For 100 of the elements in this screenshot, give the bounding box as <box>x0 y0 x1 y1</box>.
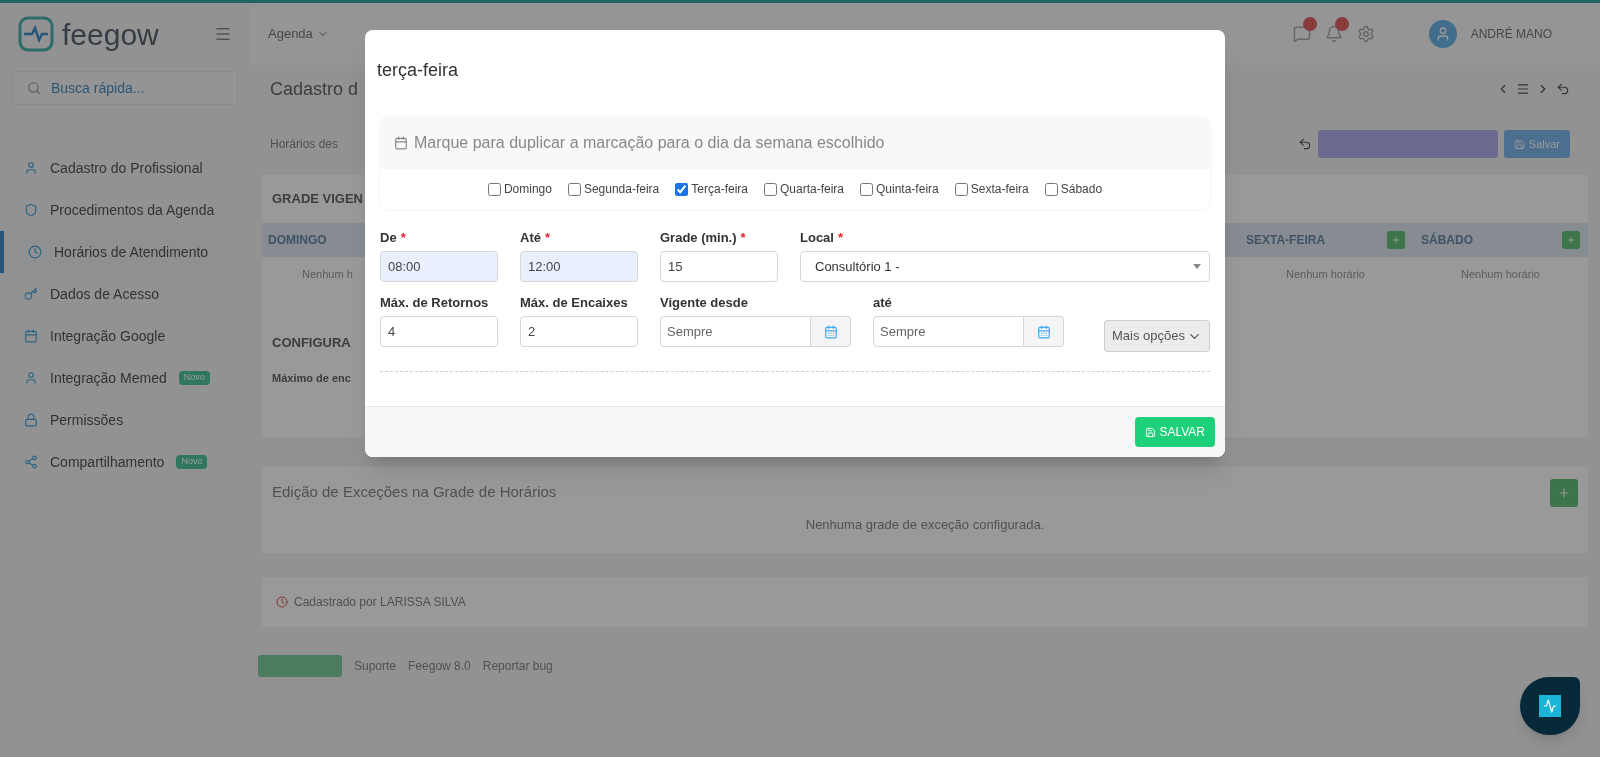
field-label: Local <box>800 229 834 247</box>
footer-link[interactable]: Feegow 8.0 <box>408 656 471 675</box>
field-label: De <box>380 229 397 247</box>
new-badge: Novo <box>178 371 210 385</box>
menu-icon[interactable] <box>214 25 232 43</box>
checkbox-label[interactable]: Segunda-feira <box>583 180 660 198</box>
new-badge: Novo <box>176 455 208 469</box>
text-field[interactable]: 2 <box>520 316 638 347</box>
page-title: Cadastro d <box>270 77 359 101</box>
undo-icon[interactable] <box>1556 82 1570 96</box>
config-title: CONFIGURA <box>272 333 351 352</box>
user-icon <box>24 371 38 385</box>
empty-schedule-text: Nenhum horário <box>1285 267 1366 283</box>
footer-link[interactable]: Reportar bug <box>482 656 553 675</box>
text-field[interactable]: 08:00 <box>380 251 498 282</box>
section-subtitle: Horários des <box>270 136 339 153</box>
required-mark: * <box>837 229 844 247</box>
chat-icon[interactable] <box>1292 25 1311 43</box>
calendar-button[interactable] <box>811 316 851 347</box>
field-label: Até <box>520 229 541 247</box>
text-field[interactable]: 12:00 <box>520 251 638 282</box>
empty-schedule-text: Nenhum horário <box>1460 267 1541 283</box>
empty-exceptions-text: Nenhuma grade de exceção configurada. <box>805 515 1045 534</box>
checkbox-label[interactable]: Quinta-feira <box>876 180 939 198</box>
key-icon <box>24 287 38 301</box>
dialog-title: terça-feira <box>376 59 460 82</box>
share-icon <box>24 455 38 469</box>
sidebar-item[interactable]: Permissões <box>0 399 250 441</box>
logo-icon <box>18 16 54 52</box>
save-icon <box>1513 138 1525 150</box>
calendar-icon <box>394 136 408 150</box>
calendar-icon <box>1036 324 1051 339</box>
field-label: Máx. de Encaixes <box>520 294 628 312</box>
undo-icon[interactable] <box>1297 137 1312 151</box>
duplicate-instruction: Marque para duplicar a marcação para o dia da semana escolhido <box>414 133 885 153</box>
day-checkbox[interactable] <box>1044 182 1058 196</box>
grade-title: GRADE VIGEN <box>272 190 363 208</box>
caret-icon <box>1193 264 1201 269</box>
user-icon <box>24 161 38 175</box>
created-by-text: Cadastrado por LARISSA SILVA <box>294 593 466 611</box>
field-label: Máx. de Retornos <box>380 294 489 312</box>
checkbox-label[interactable]: Sábado <box>1060 180 1103 198</box>
search-icon <box>27 81 41 95</box>
day-checkbox[interactable] <box>567 182 581 196</box>
day-header: DOMINGO <box>267 231 327 249</box>
day-header: SÁBADO <box>1421 231 1473 249</box>
calendar-icon <box>24 329 38 343</box>
day-header: SEXTA-FEIRA <box>1246 231 1326 249</box>
local-select[interactable]: Consultório 1 - <box>800 251 1210 282</box>
day-checkbox[interactable] <box>764 182 777 196</box>
bell-icon[interactable] <box>1324 25 1343 43</box>
day-checkbox[interactable] <box>675 182 689 196</box>
sidebar-item[interactable]: Dados de Acesso <box>0 273 250 315</box>
footer-link[interactable]: Suporte <box>354 656 397 675</box>
clock-icon <box>28 245 42 259</box>
checkbox-label[interactable]: Quarta-feira <box>780 180 844 198</box>
logo-text: feegow <box>62 16 159 53</box>
plus-icon <box>1391 234 1401 245</box>
calendar-icon <box>823 324 838 339</box>
text-field[interactable]: 4 <box>380 316 498 347</box>
field-label: Vigente desde <box>660 294 748 312</box>
sidebar-item[interactable]: Compartilhamento Novo <box>0 441 250 483</box>
day-checkbox[interactable] <box>860 182 873 196</box>
add-button[interactable] <box>1562 230 1580 249</box>
config-label: Máximo de enc <box>272 371 351 386</box>
add-button[interactable] <box>1550 478 1578 507</box>
nav-menu[interactable]: Agenda <box>268 24 329 44</box>
checkbox-label[interactable]: Terça-feira <box>691 180 748 198</box>
plus-icon <box>1557 485 1571 500</box>
checkbox-label[interactable]: Sexta-feira <box>970 180 1029 198</box>
history-icon <box>276 595 288 608</box>
search-field[interactable]: Busca rápida... <box>12 71 238 105</box>
settings-icon[interactable] <box>1356 25 1375 43</box>
field-label: até <box>873 294 892 312</box>
more-options-button[interactable]: Mais opções <box>1104 320 1210 352</box>
add-button[interactable] <box>1387 230 1405 249</box>
sidebar-item[interactable]: Procedimentos da Agenda <box>0 189 250 231</box>
day-checkbox[interactable] <box>954 182 968 196</box>
user-name[interactable]: ANDRÉ MANO <box>1470 25 1552 43</box>
user-avatar[interactable] <box>1428 20 1457 48</box>
exceptions-title: Edição de Exceções na Grade de Horários <box>272 482 557 503</box>
required-mark: * <box>544 229 550 247</box>
empty-schedule-text: Nenhum h <box>301 267 353 283</box>
list-icon[interactable] <box>1516 82 1530 96</box>
sidebar-item[interactable]: Integração Google <box>0 315 250 357</box>
sidebar-item[interactable]: Integração Memed Novo <box>0 357 250 399</box>
field-label: Grade (min.) <box>660 229 737 247</box>
calendar-button[interactable] <box>1024 316 1064 347</box>
required-mark: * <box>400 229 406 247</box>
date-field[interactable]: Sempre <box>873 316 1024 347</box>
status-badge[interactable] <box>258 654 342 677</box>
required-mark: * <box>740 229 746 247</box>
checkbox-label[interactable]: Domingo <box>503 180 552 198</box>
chat-launcher[interactable] <box>1520 677 1580 735</box>
plus-icon <box>1566 234 1576 245</box>
day-checkbox[interactable] <box>487 182 501 196</box>
sidebar-item[interactable]: Cadastro do Profissional <box>0 147 250 189</box>
date-field[interactable]: Sempre <box>660 316 811 347</box>
shield-icon <box>24 203 38 217</box>
text-field[interactable]: 15 <box>660 251 778 282</box>
